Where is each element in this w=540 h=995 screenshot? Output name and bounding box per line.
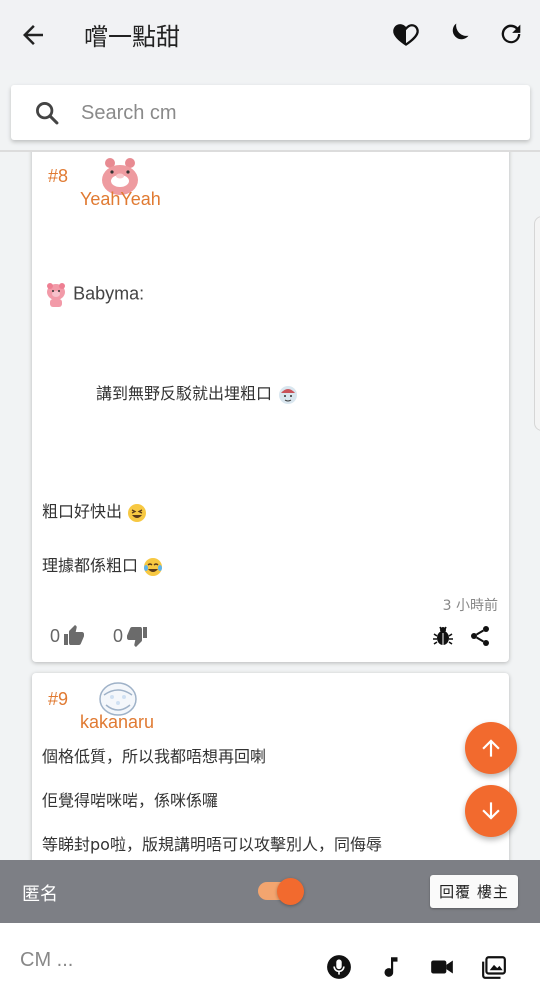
post-timestamp: 3 小時前 <box>442 598 498 614</box>
quote-text: 講到無野反駁就出埋粗口 <box>96 384 273 403</box>
heart-half-icon[interactable] <box>392 20 420 48</box>
arrow-down-icon <box>482 802 500 820</box>
like-button[interactable]: 0 <box>50 624 87 648</box>
thumbs-up-icon <box>64 625 85 645</box>
music-note-icon[interactable] <box>378 954 404 980</box>
floor-number: #8 <box>48 166 69 186</box>
scroll-up-button[interactable] <box>465 722 517 774</box>
search-icon <box>36 102 59 125</box>
dislike-count: 0 <box>113 625 124 646</box>
anonymous-toggle-knob[interactable] <box>277 878 304 905</box>
post-text: 理據都係粗口 <box>42 556 139 575</box>
post-card: #8 YeahYeah Babyma: 講到無野反駁就出埋粗口 粗口好快出 理據… <box>32 152 509 662</box>
post-text: 個格低質，所以我都唔想再回喇 <box>42 747 267 766</box>
back-arrow-icon[interactable] <box>18 20 48 50</box>
share-icon[interactable] <box>468 624 492 648</box>
username[interactable]: kakanaru <box>80 712 154 733</box>
video-camera-icon[interactable] <box>429 954 455 980</box>
scroll-down-button[interactable] <box>465 785 517 837</box>
pig-sticker-icon <box>47 283 65 307</box>
page-title: 嚐一點甜 <box>84 23 180 51</box>
comment-input[interactable] <box>20 945 300 975</box>
post-line: 粗口好快出 <box>42 498 147 523</box>
reply-op-button[interactable]: 回覆 樓主 <box>430 875 518 908</box>
floor-number: #9 <box>48 689 69 709</box>
post-card: #9 kakanaru 個格低質，所以我都唔想再回喇 佢覺得啱咪啱，係咪係囉 等… <box>32 673 509 860</box>
username[interactable]: YeahYeah <box>80 189 161 210</box>
quote-header: Babyma: <box>44 282 144 308</box>
app-bar: 嚐一點甜 <box>0 0 540 70</box>
thread-content[interactable]: #8 YeahYeah Babyma: 講到無野反駁就出埋粗口 粗口好快出 理據… <box>0 152 540 860</box>
dislike-button[interactable]: 0 <box>113 624 150 648</box>
search-input[interactable] <box>81 95 511 131</box>
composer <box>0 923 540 995</box>
post-line: 理據都係粗口 <box>42 552 163 577</box>
scroll-handle[interactable] <box>534 216 540 431</box>
anonymous-label: 匿名 <box>22 884 58 905</box>
like-count: 0 <box>50 625 61 646</box>
image-gallery-icon[interactable] <box>481 954 507 980</box>
search-bar <box>11 85 530 140</box>
thumbs-down-icon <box>127 627 148 647</box>
report-bug-icon[interactable] <box>431 624 455 648</box>
sticker-icon <box>279 385 298 404</box>
refresh-icon[interactable] <box>497 20 525 48</box>
post-text: 粗口好快出 <box>42 502 123 521</box>
quote-text-row: 講到無野反駁就出埋粗口 <box>96 380 299 406</box>
arrow-up-icon <box>482 739 500 757</box>
post-text: 等睇封po啦，版規講明唔可以攻擊別人，同侮辱 <box>42 835 382 854</box>
post-text: 佢覺得啱咪啱，係咪係囉 <box>42 791 219 810</box>
moon-icon[interactable] <box>444 20 472 48</box>
quote-author: Babyma: <box>73 283 145 304</box>
laughing-emoji-icon <box>128 503 147 522</box>
microphone-icon[interactable] <box>326 954 352 980</box>
tears-of-joy-emoji-icon <box>144 557 163 576</box>
